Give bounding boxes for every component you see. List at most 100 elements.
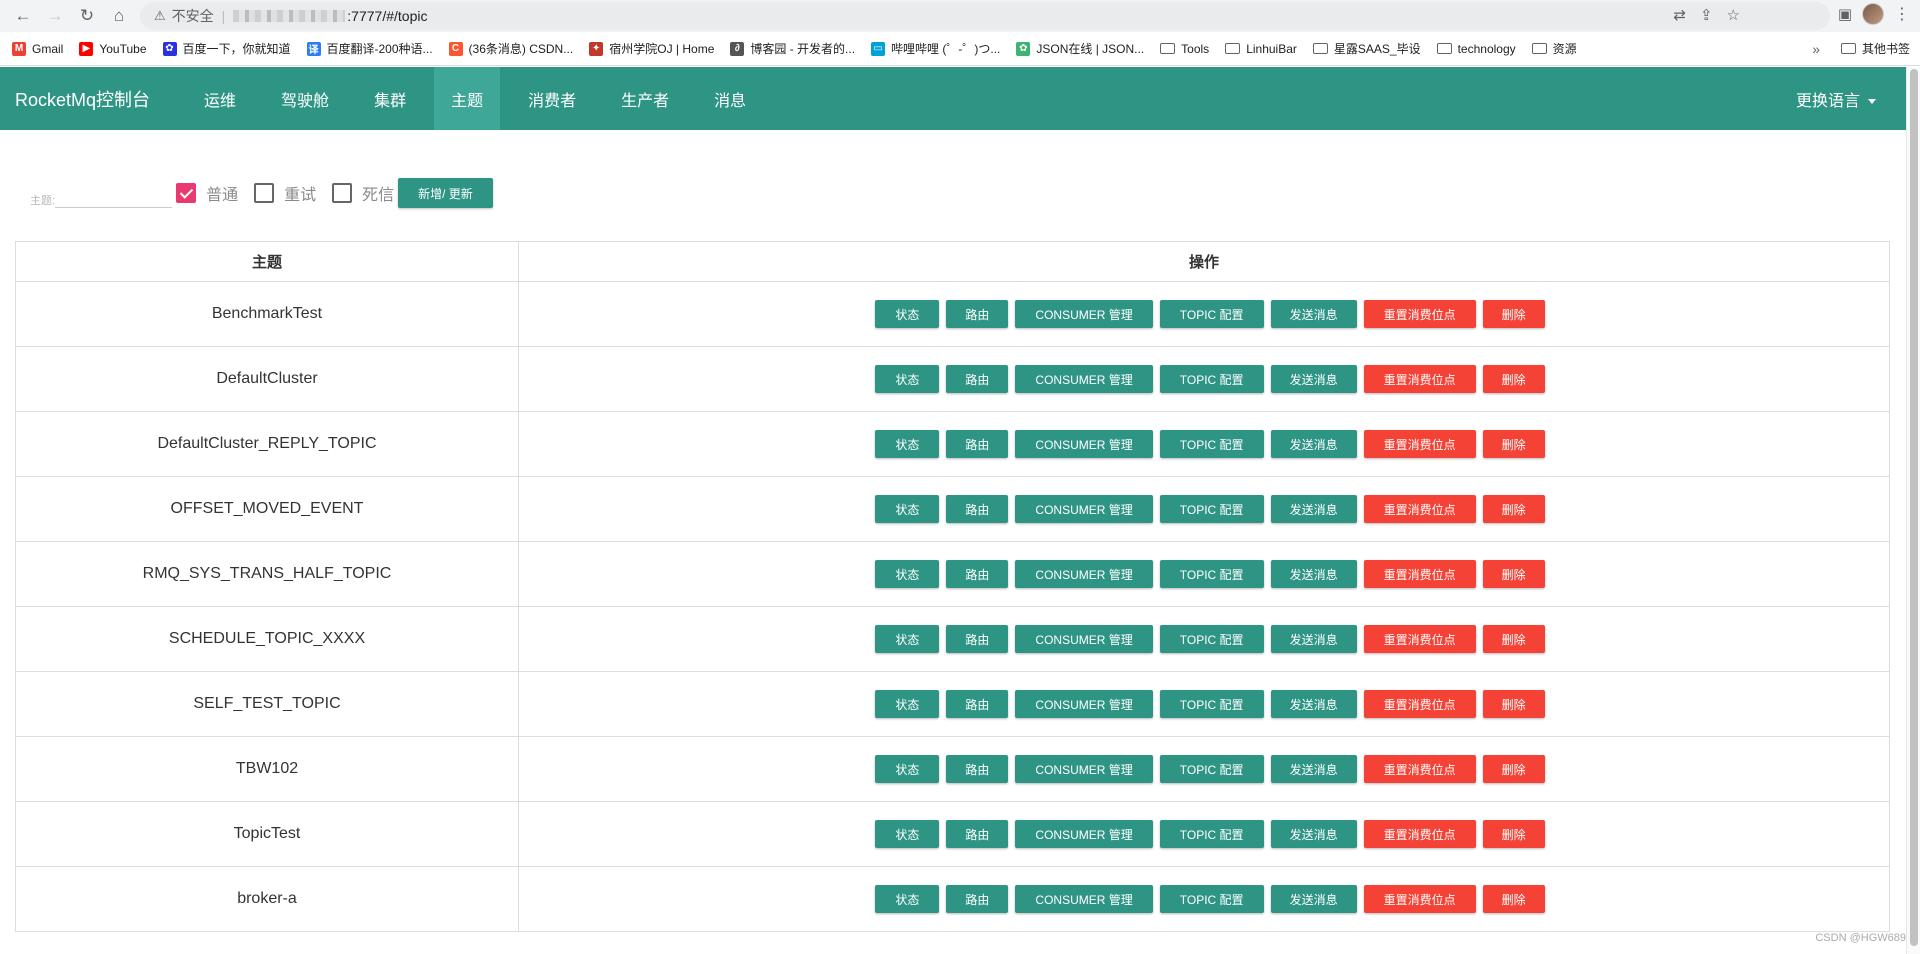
nav-item-4[interactable]: 消费者 — [511, 67, 593, 130]
topic-type-checkbox[interactable]: 普通 — [176, 181, 238, 205]
bookmarks-more-icon[interactable]: » — [1812, 41, 1820, 57]
reset-offset-button[interactable]: 重置消费位点 — [1363, 495, 1476, 523]
route-button[interactable]: 路由 — [946, 755, 1009, 783]
topic-config-button[interactable]: TOPIC 配置 — [1159, 820, 1264, 848]
bookmark-item[interactable]: ▶ YouTube — [79, 41, 147, 56]
status-button[interactable]: 状态 — [875, 885, 940, 913]
consumer-manage-button[interactable]: CONSUMER 管理 — [1015, 885, 1153, 913]
status-button[interactable]: 状态 — [875, 690, 940, 718]
nav-item-0[interactable]: 运维 — [187, 67, 253, 130]
route-button[interactable]: 路由 — [946, 885, 1009, 913]
delete-button[interactable]: 删除 — [1482, 300, 1545, 328]
reset-offset-button[interactable]: 重置消费位点 — [1363, 820, 1476, 848]
delete-button[interactable]: 删除 — [1482, 885, 1545, 913]
home-icon[interactable]: ⌂ — [106, 3, 132, 29]
route-button[interactable]: 路由 — [946, 300, 1009, 328]
reset-offset-button[interactable]: 重置消费位点 — [1363, 885, 1476, 913]
checkbox-box[interactable] — [176, 183, 197, 203]
nav-item-2[interactable]: 集群 — [357, 67, 423, 130]
route-button[interactable]: 路由 — [946, 495, 1009, 523]
send-message-button[interactable]: 发送消息 — [1270, 755, 1357, 783]
status-button[interactable]: 状态 — [875, 300, 940, 328]
star-icon[interactable]: ☆ — [1727, 6, 1740, 24]
reset-offset-button[interactable]: 重置消费位点 — [1363, 560, 1476, 588]
send-message-button[interactable]: 发送消息 — [1270, 560, 1357, 588]
topic-config-button[interactable]: TOPIC 配置 — [1159, 625, 1264, 653]
topic-config-button[interactable]: TOPIC 配置 — [1159, 690, 1264, 718]
bookmark-item[interactable]: 译百度翻译-200种语... — [306, 40, 433, 57]
reset-offset-button[interactable]: 重置消费位点 — [1363, 690, 1476, 718]
reset-offset-button[interactable]: 重置消费位点 — [1363, 755, 1476, 783]
delete-button[interactable]: 删除 — [1482, 430, 1545, 458]
status-button[interactable]: 状态 — [875, 430, 940, 458]
bookmark-folder[interactable]: Tools — [1160, 42, 1209, 56]
status-button[interactable]: 状态 — [875, 625, 940, 653]
topic-config-button[interactable]: TOPIC 配置 — [1159, 495, 1264, 523]
nav-item-6[interactable]: 消息 — [697, 67, 763, 130]
bookmark-item[interactable]: ✦ 宿州学院OJ | Home — [589, 40, 714, 57]
consumer-manage-button[interactable]: CONSUMER 管理 — [1015, 495, 1153, 523]
delete-button[interactable]: 删除 — [1482, 495, 1545, 523]
bookmark-folder[interactable]: 资源 — [1531, 40, 1577, 57]
status-button[interactable]: 状态 — [875, 755, 940, 783]
reset-offset-button[interactable]: 重置消费位点 — [1363, 430, 1476, 458]
back-icon[interactable]: ← — [10, 3, 36, 29]
delete-button[interactable]: 删除 — [1482, 365, 1545, 393]
bookmark-item[interactable]: M Gmail — [12, 41, 63, 56]
consumer-manage-button[interactable]: CONSUMER 管理 — [1015, 365, 1153, 393]
send-message-button[interactable]: 发送消息 — [1270, 885, 1357, 913]
route-button[interactable]: 路由 — [946, 365, 1009, 393]
consumer-manage-button[interactable]: CONSUMER 管理 — [1015, 560, 1153, 588]
nav-item-5[interactable]: 生产者 — [604, 67, 686, 130]
checkbox-box[interactable] — [254, 183, 275, 203]
page-scrollbar[interactable] — [1906, 67, 1920, 954]
bookmark-item[interactable]: ✿ 百度一下，你就知道 — [162, 40, 291, 57]
topic-type-checkbox[interactable]: 重试 — [254, 181, 316, 205]
route-button[interactable]: 路由 — [946, 625, 1009, 653]
reset-offset-button[interactable]: 重置消费位点 — [1363, 625, 1476, 653]
add-update-button[interactable]: 新增/ 更新 — [398, 178, 493, 208]
nav-item-3[interactable]: 主题 — [434, 67, 501, 130]
send-message-button[interactable]: 发送消息 — [1270, 365, 1357, 393]
nav-item-1[interactable]: 驾驶舱 — [264, 67, 346, 130]
delete-button[interactable]: 删除 — [1482, 560, 1545, 588]
checkbox-box[interactable] — [332, 183, 353, 203]
topic-config-button[interactable]: TOPIC 配置 — [1159, 430, 1264, 458]
status-button[interactable]: 状态 — [875, 495, 940, 523]
bookmark-folder[interactable]: LinhuiBar — [1225, 42, 1297, 56]
bookmark-item[interactable]: ✿ JSON在线 | JSON... — [1016, 40, 1144, 57]
topic-config-button[interactable]: TOPIC 配置 — [1159, 755, 1264, 783]
route-button[interactable]: 路由 — [946, 560, 1009, 588]
status-button[interactable]: 状态 — [875, 365, 940, 393]
delete-button[interactable]: 删除 — [1482, 755, 1545, 783]
send-message-button[interactable]: 发送消息 — [1270, 430, 1357, 458]
topic-config-button[interactable]: TOPIC 配置 — [1159, 885, 1264, 913]
reload-icon[interactable]: ↻ — [74, 3, 100, 29]
consumer-manage-button[interactable]: CONSUMER 管理 — [1015, 755, 1153, 783]
route-button[interactable]: 路由 — [946, 430, 1009, 458]
avatar[interactable] — [1862, 3, 1884, 25]
topic-config-button[interactable]: TOPIC 配置 — [1159, 365, 1264, 393]
status-button[interactable]: 状态 — [875, 560, 940, 588]
reset-offset-button[interactable]: 重置消费位点 — [1363, 300, 1476, 328]
scrollbar-thumb[interactable] — [1910, 69, 1918, 946]
consumer-manage-button[interactable]: CONSUMER 管理 — [1015, 820, 1153, 848]
share-icon[interactable]: ⇪ — [1700, 6, 1713, 24]
forward-icon[interactable]: → — [42, 3, 68, 29]
consumer-manage-button[interactable]: CONSUMER 管理 — [1015, 625, 1153, 653]
route-button[interactable]: 路由 — [946, 690, 1009, 718]
app-brand[interactable]: RocketMq控制台 — [0, 86, 165, 112]
delete-button[interactable]: 删除 — [1482, 690, 1545, 718]
bookmark-folder[interactable]: technology — [1436, 42, 1516, 56]
consumer-manage-button[interactable]: CONSUMER 管理 — [1015, 690, 1153, 718]
topic-config-button[interactable]: TOPIC 配置 — [1159, 300, 1264, 328]
bookmark-item[interactable]: C (36条消息) CSDN... — [448, 40, 573, 57]
route-button[interactable]: 路由 — [946, 820, 1009, 848]
bookmark-item[interactable]: ∂ 博客园 - 开发者的... — [730, 40, 855, 57]
consumer-manage-button[interactable]: CONSUMER 管理 — [1015, 300, 1153, 328]
bookmark-item[interactable]: ▭ 哔哩哔哩 (゜-゜)つ... — [871, 40, 1000, 57]
reset-offset-button[interactable]: 重置消费位点 — [1363, 365, 1476, 393]
topic-config-button[interactable]: TOPIC 配置 — [1159, 560, 1264, 588]
language-dropdown[interactable]: 更换语言 — [1796, 87, 1876, 111]
send-message-button[interactable]: 发送消息 — [1270, 495, 1357, 523]
